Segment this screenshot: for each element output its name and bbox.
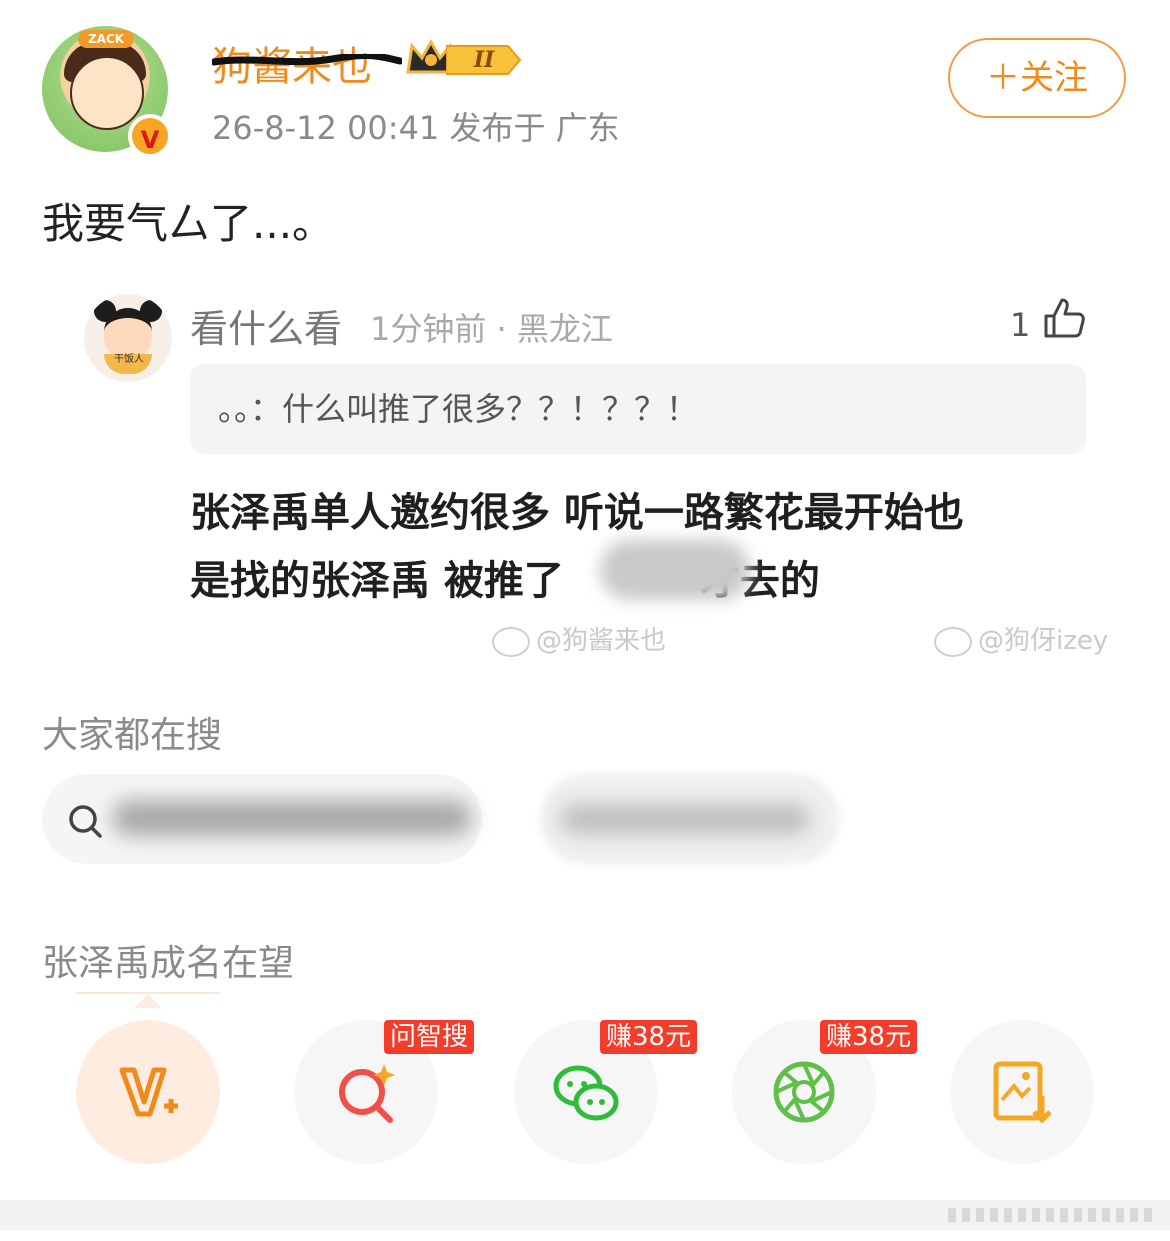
reply-text-line2-start: 是找的张泽禹 被推了: [190, 558, 564, 604]
ai-search-badge: 问智搜: [384, 1020, 475, 1054]
v-plus-icon: [119, 1067, 178, 1117]
share-v-plus-button[interactable]: [76, 1020, 220, 1164]
wechat-icon: [553, 1065, 619, 1121]
rank-badge: II: [445, 44, 522, 76]
commenter-avatar-tag: 干饭人: [114, 354, 144, 365]
avatar-face: [70, 56, 144, 130]
rank-badge-label: II: [473, 47, 495, 73]
blurred-search-text: [112, 800, 472, 836]
redaction-scribble: [212, 54, 402, 66]
save-image-icon: [993, 1061, 1052, 1124]
blurred-search-text: [560, 804, 810, 834]
wechat-reward-badge: 赚38元: [600, 1020, 698, 1054]
ai-search-icon: [339, 1064, 395, 1123]
search-icon: [69, 805, 102, 838]
post-text: 我要气厶了...。: [42, 199, 335, 248]
comment-time-location: 1分钟前 · 黑龙江: [370, 310, 613, 348]
commenter-avatar[interactable]: 干饭人: [84, 294, 172, 382]
watermark-right: @狗伢izey: [934, 620, 1108, 657]
save-image-button[interactable]: [950, 1020, 1094, 1164]
quoted-comment: 。。：什么叫推了很多？？！？？！: [190, 364, 1086, 454]
verified-v-icon: V: [128, 114, 172, 158]
trending-search-heading: 大家都在搜: [42, 715, 223, 756]
topic-label[interactable]: 张泽禹成名在望: [42, 934, 294, 986]
reply-text-line1: 张泽禹单人邀约很多 听说一路繁花最开始也: [190, 490, 964, 536]
avatar-tag: ZACK: [78, 30, 134, 48]
weibo-icon: [492, 626, 530, 657]
weibo-icon: [934, 626, 972, 657]
post-meta: 26-8-12 00:41 发布于 广东: [212, 109, 620, 147]
home-indicator: [948, 1208, 1152, 1222]
like-count: 1: [1010, 306, 1031, 344]
blurred-redaction: [600, 540, 750, 600]
moments-aperture-icon: [773, 1061, 835, 1123]
moments-reward-badge: 赚38元: [820, 1020, 918, 1054]
selection-pointer: [134, 994, 162, 1008]
follow-button[interactable]: ＋关注: [948, 38, 1126, 118]
commenter-name[interactable]: 看什么看: [190, 298, 342, 353]
thumbs-up-icon[interactable]: [1040, 294, 1088, 342]
watermark-left: @狗酱来也: [492, 620, 666, 657]
